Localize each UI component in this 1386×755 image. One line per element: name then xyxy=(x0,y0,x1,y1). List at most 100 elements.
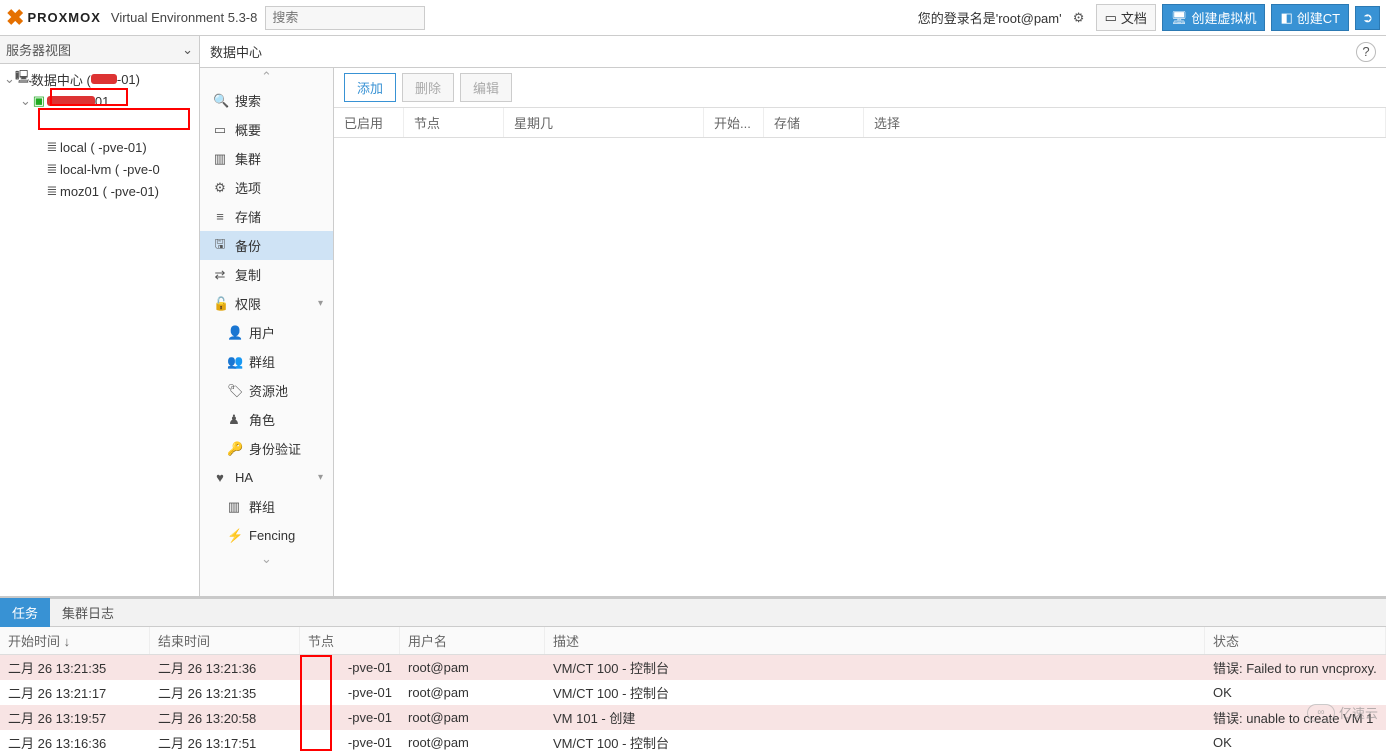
nav-label: 搜索 xyxy=(235,91,261,110)
tree-node[interactable]: ⌄ ▣ 01 xyxy=(0,90,199,112)
logo-text: PROXMOX xyxy=(27,10,100,25)
caret-icon: ⌄ xyxy=(20,93,31,109)
storage-icon: ≣ xyxy=(44,139,60,155)
nav-label: 备份 xyxy=(235,236,261,255)
log-row[interactable]: 二月 26 13:21:35二月 26 13:21:36-pve-01root@… xyxy=(0,655,1386,680)
nav-scroll-down[interactable]: ⌄ xyxy=(200,550,333,568)
gear-icon[interactable]: ⚙ xyxy=(1068,7,1090,29)
col-storage[interactable]: 存储 xyxy=(764,108,864,137)
nav-icon: ♥ xyxy=(213,470,227,485)
tab-tasks[interactable]: 任务 xyxy=(0,598,50,627)
nav-选项[interactable]: ⚙选项 xyxy=(200,173,333,202)
nav-icon: 👤 xyxy=(227,325,241,341)
nav-label: 概要 xyxy=(235,120,261,139)
tree-header[interactable]: 服务器视图 ⌄ xyxy=(0,36,199,64)
nav-label: 用户 xyxy=(249,323,275,342)
logout-icon: ➲ xyxy=(1362,10,1373,26)
nav-Fencing[interactable]: ⚡Fencing xyxy=(200,521,333,550)
watermark-text: 亿速云 xyxy=(1339,703,1378,722)
log-row[interactable]: 二月 26 13:16:36二月 26 13:17:51-pve-01root@… xyxy=(0,730,1386,755)
col-weekday[interactable]: 星期几 xyxy=(504,108,704,137)
nav-权限[interactable]: 🔓权限▾ xyxy=(200,289,333,318)
cell-end: 二月 26 13:21:36 xyxy=(150,658,300,677)
col-end-time[interactable]: 结束时间 xyxy=(150,627,300,654)
nav-备份[interactable]: 🖫备份 xyxy=(200,231,333,260)
dc-suffix: -01) xyxy=(117,72,140,87)
delete-button: 删除 xyxy=(402,73,454,102)
cell-user: root@pam xyxy=(400,660,545,675)
col-select[interactable]: 选择 xyxy=(864,108,1386,137)
log-row[interactable]: 二月 26 13:21:17二月 26 13:21:35-pve-01root@… xyxy=(0,680,1386,705)
storage-icon: ≣ xyxy=(44,161,60,177)
tree-datacenter[interactable]: ⌄ 🖳 数据中心 ( -01) xyxy=(0,68,199,90)
cell-desc: VM/CT 100 - 控制台 xyxy=(545,733,1205,752)
page-title: 数据中心 xyxy=(210,42,262,61)
tree-storage-local-lvm[interactable]: ≣ local-lvm ( -pve-0 xyxy=(0,158,199,180)
tree-view-label: 服务器视图 xyxy=(6,40,71,59)
caret-icon: ⌄ xyxy=(4,71,15,87)
create-ct-label: 创建CT xyxy=(1297,8,1340,27)
storage-icon: ≣ xyxy=(44,183,60,199)
cell-desc: VM/CT 100 - 控制台 xyxy=(545,683,1205,702)
col-node[interactable]: 节点 xyxy=(404,108,504,137)
redacted xyxy=(47,96,95,106)
col-enabled[interactable]: 已启用 xyxy=(334,108,404,137)
col-user[interactable]: 用户名 xyxy=(400,627,545,654)
edit-button: 编辑 xyxy=(460,73,512,102)
docs-button[interactable]: ▭ 文档 xyxy=(1096,4,1156,31)
tree-storage-moz01[interactable]: ≣ moz01 ( -pve-01) xyxy=(0,180,199,202)
log-row[interactable]: 二月 26 13:19:57二月 26 13:20:58-pve-01root@… xyxy=(0,705,1386,730)
add-button[interactable]: 添加 xyxy=(344,73,396,102)
nav-复制[interactable]: ⇄复制 xyxy=(200,260,333,289)
help-button[interactable]: ? xyxy=(1356,42,1376,62)
tree-panel: 服务器视图 ⌄ ⌄ 🖳 数据中心 ( -01) ⌄ ▣ 01 ≣ local (… xyxy=(0,36,200,596)
search-input[interactable] xyxy=(265,6,425,30)
env-label: Virtual Environment 5.3-8 xyxy=(111,10,257,25)
log-header: 开始时间 ↓ 结束时间 节点 用户名 描述 状态 xyxy=(0,627,1386,655)
nav-身份验证[interactable]: 🔑身份验证 xyxy=(200,434,333,463)
toolbar: 添加 删除 编辑 xyxy=(334,68,1386,108)
col-start-time[interactable]: 开始时间 ↓ xyxy=(0,627,150,654)
nav-icon: ⚙ xyxy=(213,180,227,196)
create-ct-button[interactable]: ◧ 创建CT xyxy=(1271,4,1349,31)
cell-user: root@pam xyxy=(400,735,545,750)
nav-label: 群组 xyxy=(249,497,275,516)
nav-label: 群组 xyxy=(249,352,275,371)
cloud-icon: ∞ xyxy=(1307,704,1335,722)
cell-start: 二月 26 13:19:57 xyxy=(0,708,150,727)
cell-user: root@pam xyxy=(400,685,545,700)
nav-搜索[interactable]: 🔍 搜索 xyxy=(200,86,333,115)
nav-用户[interactable]: 👤 用户 xyxy=(200,318,333,347)
col-desc[interactable]: 描述 xyxy=(545,627,1205,654)
nav-scroll-up[interactable]: ⌃ xyxy=(200,68,333,86)
cell-start: 二月 26 13:21:35 xyxy=(0,658,150,677)
breadcrumb-bar: 数据中心 ? xyxy=(200,36,1386,68)
top-right: 您的登录名是'root@pam' ⚙ ▭ 文档 🖥 创建虚拟机 ◧ 创建CT ➲ xyxy=(918,4,1380,31)
tree-storage-local[interactable]: ≣ local ( -pve-01) xyxy=(0,136,199,158)
nav-icon: 👥 xyxy=(227,354,241,370)
cell-desc: VM/CT 100 - 控制台 xyxy=(545,658,1205,677)
nav-资源池[interactable]: 🏷资源池 xyxy=(200,376,333,405)
col-start[interactable]: 开始... xyxy=(704,108,764,137)
nav-概要[interactable]: ▭概要 xyxy=(200,115,333,144)
nav-icon: 🔍 xyxy=(213,93,227,109)
create-vm-button[interactable]: 🖥 创建虚拟机 xyxy=(1162,4,1266,31)
nav-群组[interactable]: 👥 群组 xyxy=(200,347,333,376)
col-status[interactable]: 状态 xyxy=(1205,627,1386,654)
logout-button[interactable]: ➲ xyxy=(1355,6,1380,30)
nav-HA[interactable]: ♥HA▾ xyxy=(200,463,333,492)
tab-cluster-log[interactable]: 集群日志 xyxy=(50,598,126,627)
nav-群组[interactable]: ▥群组 xyxy=(200,492,333,521)
storage-label: local-lvm ( -pve-0 xyxy=(60,162,160,177)
log-rows: 二月 26 13:21:35二月 26 13:21:36-pve-01root@… xyxy=(0,655,1386,755)
cell-end: 二月 26 13:21:35 xyxy=(150,683,300,702)
nav-存储[interactable]: ≡存储 xyxy=(200,202,333,231)
nav-集群[interactable]: ▥集群 xyxy=(200,144,333,173)
nav-角色[interactable]: ♟角色 xyxy=(200,405,333,434)
chevron-down-icon: ⌄ xyxy=(182,42,193,58)
node-suffix: 01 xyxy=(95,94,109,109)
nav-label: 权限 xyxy=(235,294,261,313)
col-node[interactable]: 节点 xyxy=(300,627,400,654)
grid-header: 已启用 节点 星期几 开始... 存储 选择 xyxy=(334,108,1386,138)
nav-label: 存储 xyxy=(235,207,261,226)
